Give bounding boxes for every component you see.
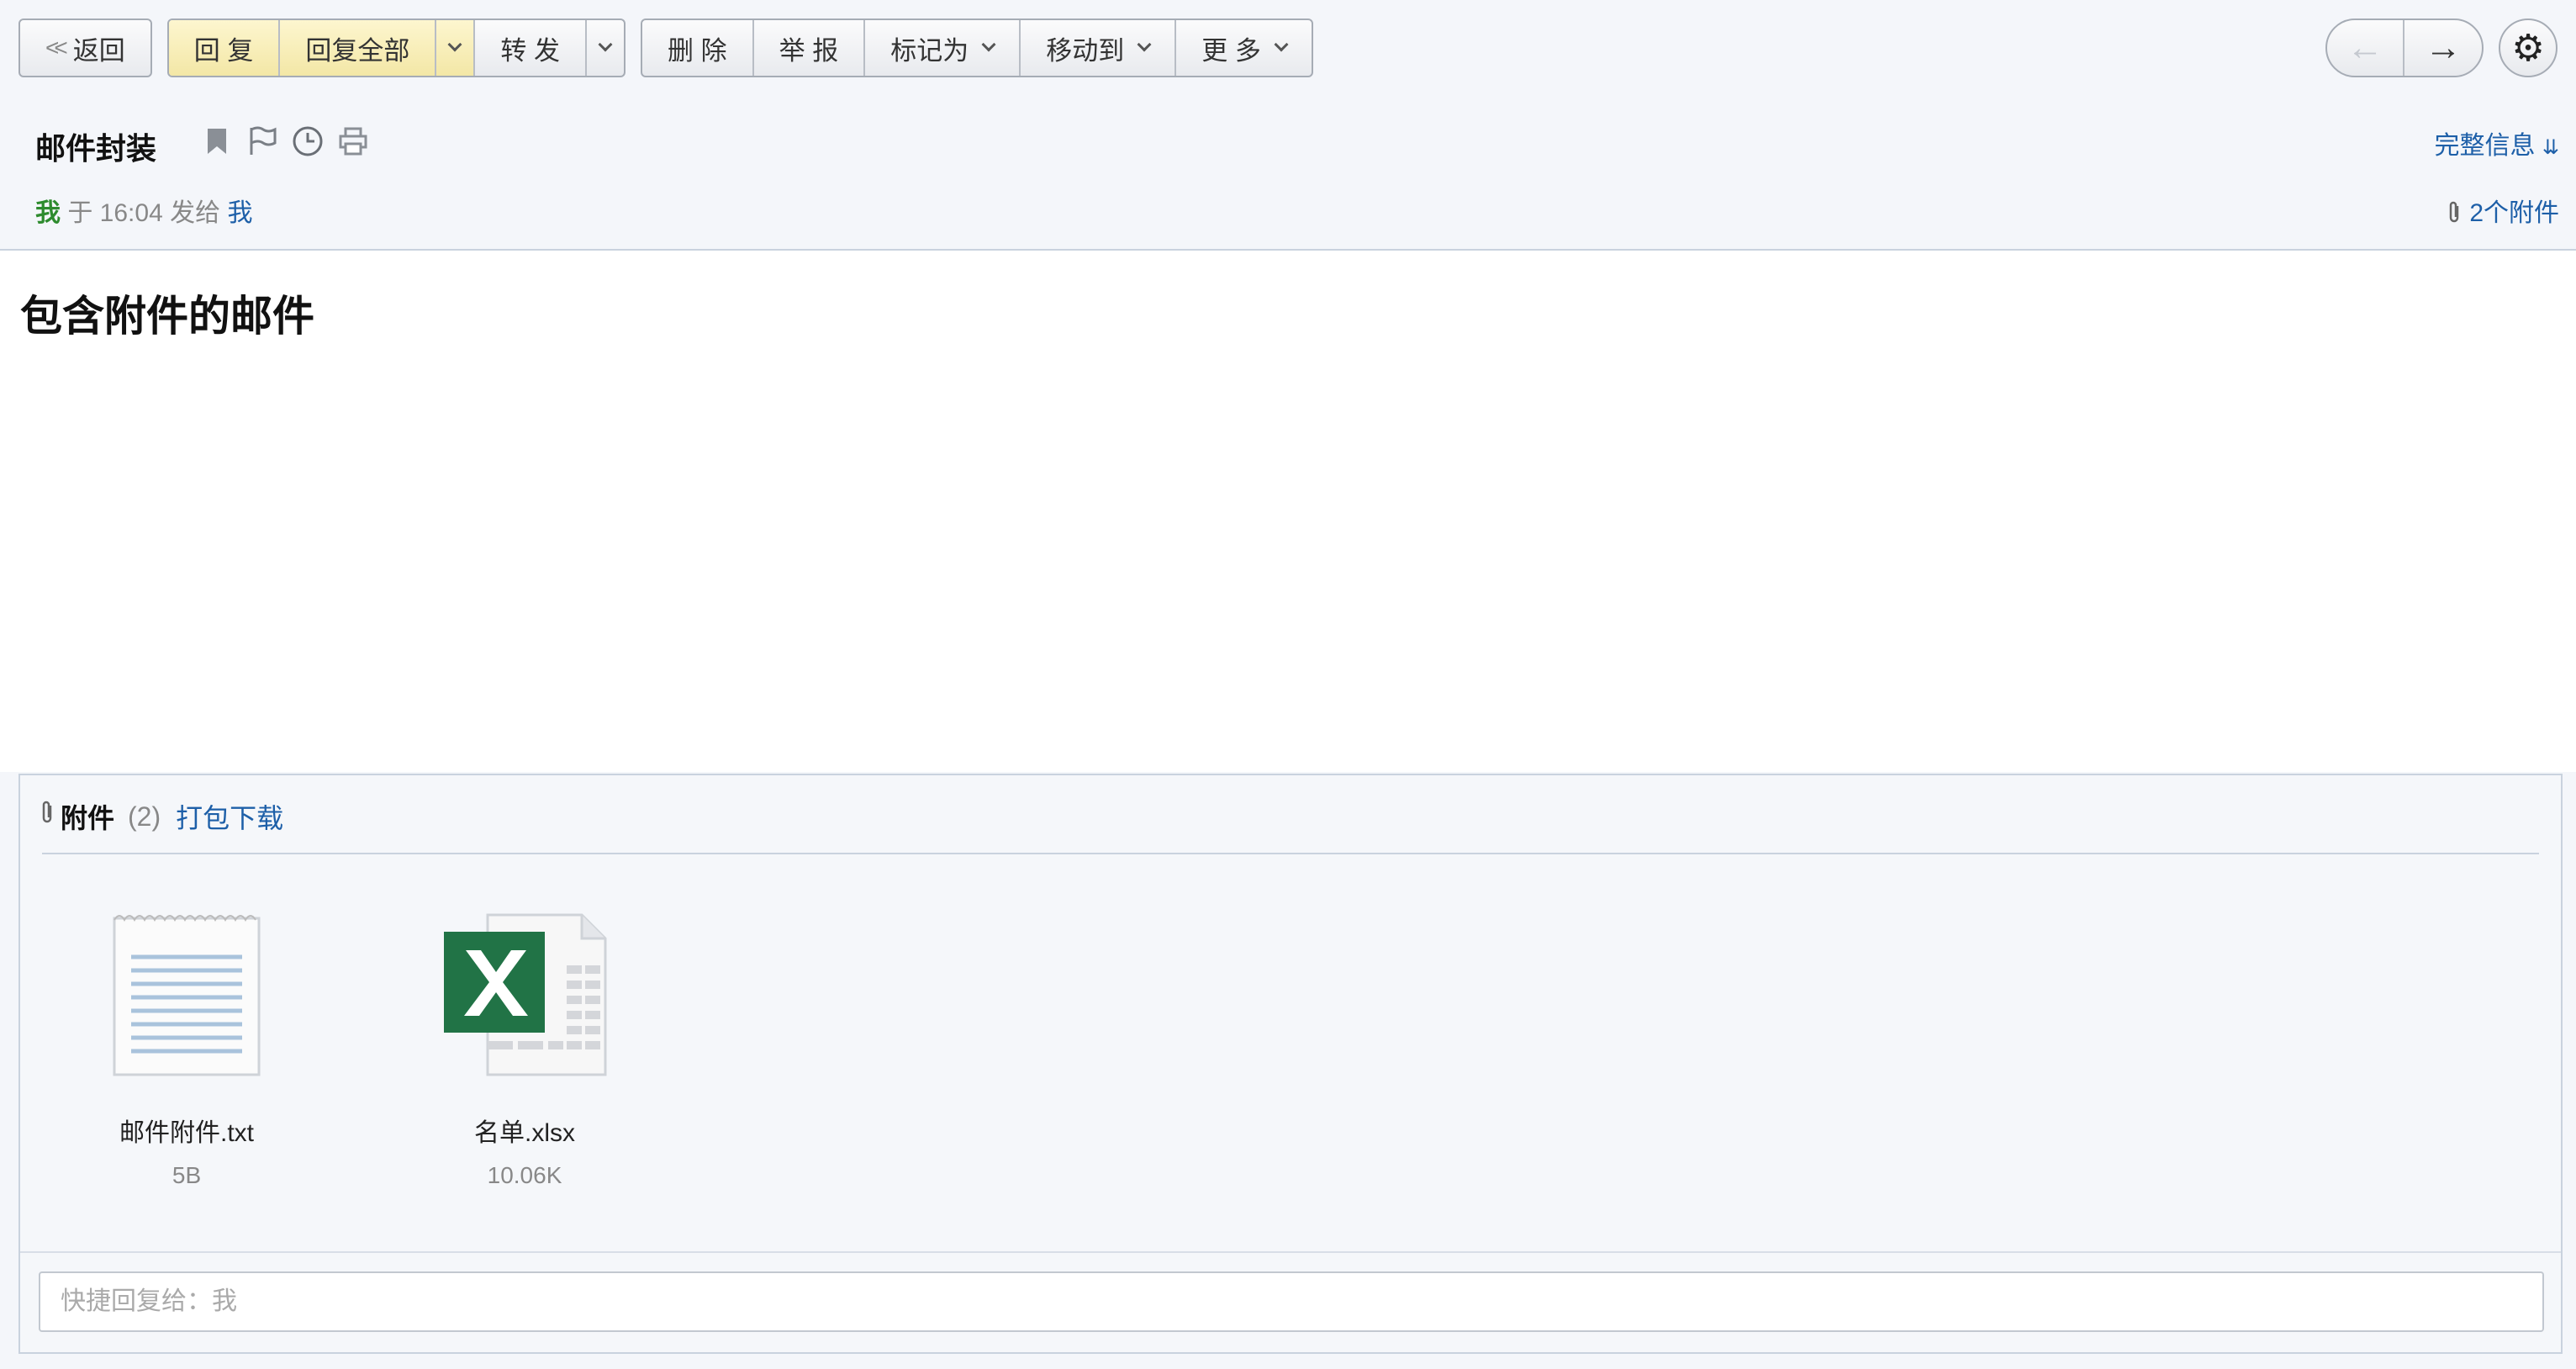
attachments-divider bbox=[42, 853, 2539, 854]
sender-name[interactable]: 我 bbox=[35, 199, 61, 227]
reply-all-button[interactable]: 回复全部 bbox=[280, 20, 437, 76]
attachments-panel: 附件 (2) 打包下载 邮件附件.txt 5B 名单.xlsx 10.06K 快… bbox=[18, 774, 2563, 1354]
mail-subject: 邮件封装 bbox=[35, 131, 157, 166]
mail-toolbar: << 返回 回 复 回复全部 转 发 删 除 举 报 标记为 移动到 更 多 bbox=[18, 18, 1328, 77]
text-file-icon[interactable] bbox=[103, 910, 271, 1078]
bookmark-icon[interactable] bbox=[200, 123, 234, 160]
action-group: 删 除 举 报 标记为 移动到 更 多 bbox=[640, 18, 1313, 77]
attachment-item[interactable]: 邮件附件.txt 5B bbox=[69, 910, 304, 1189]
attachment-name[interactable]: 邮件附件.txt bbox=[69, 1112, 304, 1149]
chevron-down-icon bbox=[447, 37, 462, 52]
reply-all-dropdown[interactable] bbox=[436, 20, 476, 76]
mark-as-label: 标记为 bbox=[890, 35, 969, 66]
full-info-link[interactable]: 完整信息 ⇊ bbox=[2435, 124, 2559, 161]
delete-button[interactable]: 删 除 bbox=[642, 20, 754, 76]
attachments-count: (2) bbox=[128, 801, 161, 832]
back-group: << 返回 bbox=[18, 18, 152, 77]
move-to-button[interactable]: 移动到 bbox=[1021, 20, 1177, 76]
next-mail-button[interactable]: → bbox=[2404, 20, 2482, 76]
full-info-label: 完整信息 bbox=[2434, 132, 2536, 160]
settings-button[interactable]: ⚙ bbox=[2499, 18, 2558, 77]
forward-button[interactable]: 转 发 bbox=[475, 20, 587, 76]
download-all-link[interactable]: 打包下载 bbox=[176, 797, 283, 836]
attachment-summary-label: 2个附件 bbox=[2469, 199, 2559, 227]
mail-meta: 我 于 16:04 发给 我 bbox=[35, 192, 252, 229]
quick-reply-input[interactable] bbox=[39, 1271, 2544, 1332]
attachment-item[interactable]: 名单.xlsx 10.06K bbox=[407, 910, 642, 1189]
reply-button[interactable]: 回 复 bbox=[168, 20, 281, 76]
more-label: 更 多 bbox=[1201, 35, 1261, 66]
previous-mail-button[interactable]: ← bbox=[2327, 20, 2404, 76]
back-button[interactable]: << 返回 bbox=[20, 20, 150, 76]
double-chevron-left-icon: << bbox=[45, 34, 68, 61]
attachments-title: 附件 bbox=[61, 803, 115, 833]
attachment-summary-link[interactable]: 2个附件 bbox=[2447, 192, 2559, 229]
attachment-size: 10.06K bbox=[487, 1162, 562, 1188]
recipient-name[interactable]: 我 bbox=[227, 199, 252, 227]
mail-body: 包含附件的邮件 bbox=[0, 251, 2576, 772]
back-label: 返回 bbox=[72, 35, 125, 66]
paperclip-icon bbox=[2447, 199, 2469, 227]
mail-navigation: ← → bbox=[2325, 18, 2484, 77]
mark-as-button[interactable]: 标记为 bbox=[865, 20, 1021, 76]
more-button[interactable]: 更 多 bbox=[1176, 20, 1312, 76]
excel-file-icon[interactable] bbox=[441, 910, 609, 1078]
print-icon[interactable] bbox=[336, 123, 370, 160]
flag-icon[interactable] bbox=[245, 123, 279, 160]
sent-time-text: 于 16:04 发给 bbox=[67, 199, 221, 227]
report-button[interactable]: 举 报 bbox=[754, 20, 866, 76]
clock-icon[interactable] bbox=[291, 123, 325, 160]
chevron-down-icon bbox=[981, 37, 996, 52]
attachment-size: 5B bbox=[172, 1162, 202, 1188]
double-chevron-down-icon: ⇊ bbox=[2542, 136, 2559, 159]
forward-dropdown[interactable] bbox=[587, 20, 624, 76]
subject-actions bbox=[200, 123, 370, 160]
attachment-name[interactable]: 名单.xlsx bbox=[407, 1112, 642, 1149]
chevron-down-icon bbox=[598, 37, 613, 52]
move-to-label: 移动到 bbox=[1046, 35, 1125, 66]
reply-group: 回 复 回复全部 转 发 bbox=[166, 18, 626, 77]
paperclip-icon bbox=[40, 801, 55, 832]
quick-reply-divider bbox=[20, 1251, 2561, 1253]
chevron-down-icon bbox=[1137, 37, 1152, 52]
mail-body-text: 包含附件的邮件 bbox=[20, 293, 314, 340]
attachments-header: 附件 (2) 打包下载 bbox=[40, 797, 283, 836]
chevron-down-icon bbox=[1274, 37, 1289, 52]
